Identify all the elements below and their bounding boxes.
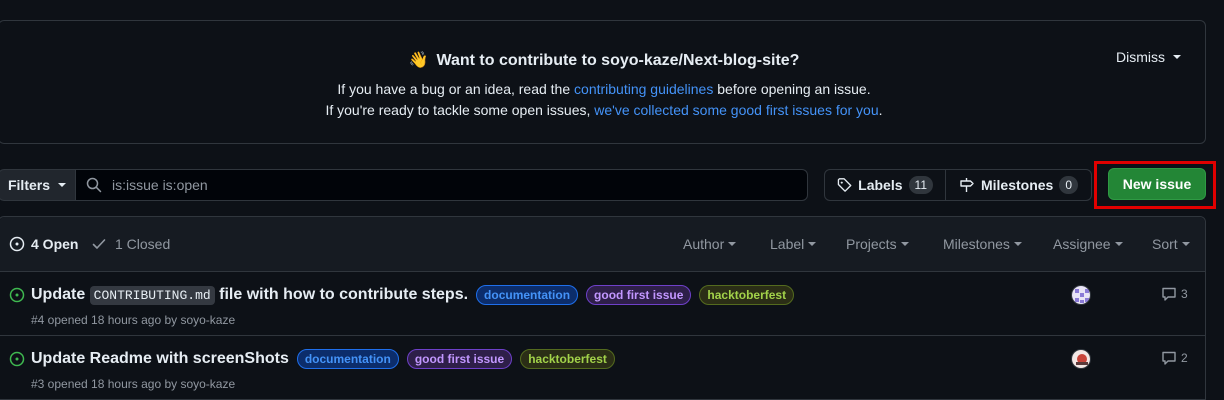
milestones-filter[interactable]: Milestones [943,236,1022,252]
assignee-filter[interactable]: Assignee [1053,236,1123,252]
label-filter[interactable]: Label [770,236,817,252]
comments-link[interactable]: 2 [1161,350,1188,366]
chevron-down-icon [1013,242,1022,246]
issue-list-header: 4 Open 1 Closed Author Label Projects Mi… [0,217,1205,272]
search-input[interactable] [112,177,712,193]
good-first-issues-link[interactable]: we've collected some good first issues f… [594,102,878,118]
milestones-button[interactable]: Milestones 0 [945,170,1091,200]
contributing-guidelines-link[interactable]: contributing guidelines [574,81,713,97]
avatar [1072,286,1090,304]
label-good-first-issue[interactable]: good first issue [586,285,692,305]
dismiss-button[interactable]: Dismiss [1116,49,1181,65]
author-filter[interactable]: Author [683,236,737,252]
filters-label: Filters [7,177,50,193]
banner-line1-prefix: If you have a bug or an idea, read the [337,81,575,97]
comment-count: 3 [1181,287,1188,301]
chevron-down-icon [1181,242,1190,246]
sort-filter[interactable]: Sort [1152,236,1190,252]
issue-meta: #3 opened 18 hours ago by soyo-kaze [31,377,236,391]
issue-row: Update CONTRIBUTING.md file with how to … [0,272,1205,336]
issue-title-code: CONTRIBUTING.md [89,286,215,305]
issue-open-icon [9,351,25,367]
waving-hand-icon: 👋 [408,52,429,69]
banner-line-good-first-issues: If you're ready to tackle some open issu… [0,102,1209,118]
chevron-down-icon [808,242,817,246]
banner-line2-prefix: If you're ready to tackle some open issu… [325,102,595,118]
comment-icon [1162,287,1176,301]
issue-title-line: Update Readme with screenShots documenta… [31,349,615,369]
comments-link[interactable]: 3 [1161,286,1188,302]
comment-icon [1162,351,1176,365]
label-documentation[interactable]: documentation [476,285,579,305]
banner-line2-suffix: . [878,102,883,118]
sort-filters: Author Label Projects Milestones Assigne… [0,236,1205,256]
author-filter-label: Author [683,236,725,252]
filters-button[interactable]: Filters [0,169,76,201]
issue-meta: #4 opened 18 hours ago by soyo-kaze [31,313,236,327]
search-icon [86,177,102,193]
projects-filter[interactable]: Projects [846,236,909,252]
banner-title: 👋 Want to contribute to soyo-kaze/Next-bl… [0,50,1209,70]
issue-title-suffix: file with how to contribute steps. [214,286,469,303]
assignee-filter-label: Assignee [1053,236,1111,252]
issue-title-prefix: Update [31,286,90,303]
issue-title-line: Update CONTRIBUTING.md file with how to … [31,285,795,305]
banner-title-text: Want to contribute to soyo-kaze/Next-blo… [436,52,800,69]
label-filter-label: Label [770,236,805,252]
label-documentation[interactable]: documentation [296,349,399,369]
contribute-banner: 👋 Want to contribute to soyo-kaze/Next-bl… [0,20,1206,144]
dismiss-label: Dismiss [1116,49,1165,65]
chevron-down-icon [728,242,737,246]
comment-count: 2 [1181,351,1188,365]
tag-icon [837,178,852,192]
chevron-down-icon [58,183,66,187]
banner-line-guidelines: If you have a bug or an idea, read the c… [0,81,1209,97]
projects-filter-label: Projects [846,236,897,252]
issue-row: Update Readme with screenShots documenta… [0,336,1205,400]
milestone-icon [960,178,974,192]
issue-search [75,169,808,201]
label-good-first-issue[interactable]: good first issue [406,349,513,369]
issue-title-link[interactable]: Update Readme with screenShots [31,350,289,368]
new-issue-button[interactable]: New issue [1108,168,1206,200]
assignee-avatar[interactable] [1071,285,1091,305]
issue-open-icon [9,287,25,303]
chevron-down-icon [900,242,909,246]
labels-milestones-group: Labels 11 Milestones 0 [824,169,1092,201]
milestones-count: 0 [1059,176,1079,194]
label-hacktoberfest[interactable]: hacktoberfest [520,349,615,369]
avatar [1072,350,1090,368]
milestones-filter-label: Milestones [943,236,1010,252]
banner-line1-suffix: before opening an issue. [713,81,871,97]
issue-list: 4 Open 1 Closed Author Label Projects Mi… [0,216,1206,400]
labels-label: Labels [858,177,903,193]
chevron-down-icon [1114,242,1123,246]
chevron-down-icon [1173,55,1181,59]
sort-filter-label: Sort [1152,236,1178,252]
milestones-label: Milestones [980,177,1054,193]
labels-count: 11 [908,176,933,194]
label-hacktoberfest[interactable]: hacktoberfest [699,285,795,305]
issue-title-link[interactable]: Update CONTRIBUTING.md file with how to … [31,286,469,305]
assignee-avatar[interactable] [1071,349,1091,369]
labels-button[interactable]: Labels 11 [825,170,945,200]
